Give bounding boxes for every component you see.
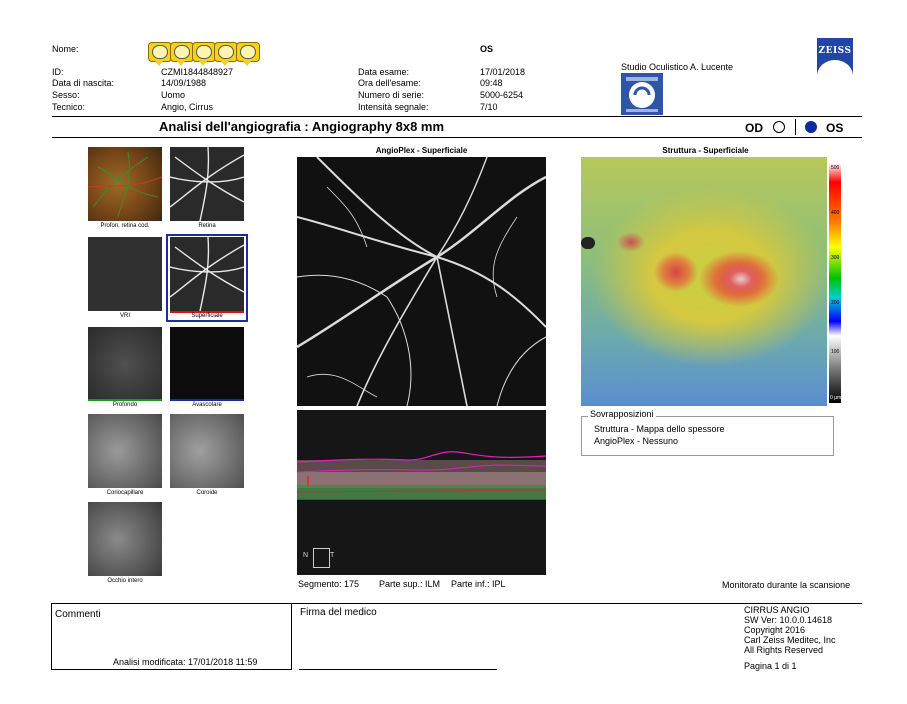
segment-lower: Parte inf.: IPL [451,579,506,589]
thumb-label: Profondo [112,402,138,408]
page-number: Pagina 1 di 1 [744,661,797,671]
comments-label: Commenti [55,609,101,620]
thumb-retina-depth-coded[interactable] [87,147,163,221]
header-divider [52,116,862,117]
segment-value: Segmento: 175 [298,579,360,589]
thumb-choroid[interactable] [170,414,244,488]
thumb-label: Superficiale [191,313,223,319]
signal-value: 7/10 [480,102,498,112]
software-line: SW Ver: 10.0.0.14618 [744,615,833,625]
thumb-label: Coroide [196,490,218,496]
thumb-label: Avascolare [192,402,222,408]
sex-value: Uomo [161,90,186,100]
software-line: CIRRUS ANGIO [744,605,810,615]
thumb-choriocapillaris[interactable] [88,414,162,488]
studio-logo [621,73,663,115]
redaction-sticker [148,42,172,66]
thickness-colorbar [829,163,841,403]
eye-label: OS [480,44,494,54]
redaction-sticker [236,42,260,66]
eye-divider [795,119,796,135]
dob-label: Data di nascita: [52,78,115,88]
thumb-label: Occhio intero [107,578,143,584]
orientation-box [313,548,330,568]
signature-line [299,669,497,670]
name-label: Nome: [52,44,79,54]
redaction-sticker [192,42,216,66]
exam-time-label: Ora dell'esame: [358,78,421,88]
studio-name: Studio Oculistico A. Lucente [621,62,734,72]
exam-time-value: 09:48 [480,78,503,88]
thumb-full-eye[interactable] [88,502,162,576]
optic-disc [581,237,595,249]
thumb-label: VRI [119,313,130,319]
thumb-deep[interactable] [88,327,162,401]
colorbar-tick: 500 [831,165,840,171]
colorbar-tick: 300 [831,255,840,261]
tech-value: Angio, Cirrus [161,102,214,112]
dob-value: 14/09/1988 [161,78,207,88]
orientation-nasal: N [303,552,309,559]
page-title: Analisi dell'angiografia : Angiography 8… [159,119,445,134]
thumb-retina[interactable] [169,146,245,222]
redaction-sticker [214,42,238,66]
thumb-superficial[interactable] [169,236,245,312]
thumb-avascular[interactable] [170,327,244,401]
monitor-note: Monitorato durante la scansione [722,580,851,590]
segment-upper: Parte sup.: ILM [379,579,441,589]
software-line: All Rights Reserved [744,645,824,655]
serial-value: 5000-6254 [480,90,524,100]
deep-indicator [88,399,162,401]
modified-note: Analisi modificata: 17/01/2018 11:59 [113,657,258,667]
thumb-label: Coriocapillare [106,490,144,496]
os-label: OS [826,121,844,135]
id-label: ID: [52,67,64,77]
angioplex-title: AngioPlex - Superficiale [375,146,468,155]
zeiss-logo: ZEISS [817,38,853,76]
zeiss-wordmark: ZEISS [818,46,852,56]
angioplex-image [296,156,547,407]
thumb-vri[interactable] [88,237,162,311]
os-radio [805,121,817,133]
signal-label: Intensità segnale: [358,102,429,112]
thumb-label: Profon. retina cod. [100,223,150,229]
thumb-label: Retina [198,223,216,229]
redaction-sticker [170,42,194,66]
colorbar-tick: 200 [831,300,840,306]
avascular-indicator [170,399,244,401]
signature-label: Firma del medico [300,607,377,618]
id-value: CZMI1844848927 [161,67,234,77]
redacted-name [148,42,268,68]
structure-title: Struttura - Superficiale [662,146,749,155]
thickness-map [581,157,827,406]
tech-label: Tecnico: [52,102,86,112]
colorbar-tick: 0 µm [830,395,842,401]
overlay-structure[interactable]: Struttura - Mappa dello spessore [594,424,725,435]
overlays-title: Sovrapposizioni [588,409,656,420]
title-divider [52,137,862,138]
colorbar-tick: 100 [831,349,840,355]
software-info: CIRRUS ANGIO SW Ver: 10.0.0.14618 Copyri… [744,605,836,655]
od-radio [773,121,785,133]
overlay-angioplex[interactable]: AngioPlex - Nessuno [594,436,678,447]
serial-label: Numero di serie: [358,90,425,100]
oct-bscan: N T [296,410,547,575]
orientation-temporal: T [330,552,335,559]
exam-date-label: Data esame: [358,67,410,77]
sex-label: Sesso: [52,90,80,100]
od-label: OD [745,121,763,135]
software-line: Copyright 2016 [744,625,806,635]
colorbar-tick: 400 [831,210,840,216]
exam-date-value: 17/01/2018 [480,67,526,77]
software-line: Carl Zeiss Meditec, Inc [744,635,836,645]
